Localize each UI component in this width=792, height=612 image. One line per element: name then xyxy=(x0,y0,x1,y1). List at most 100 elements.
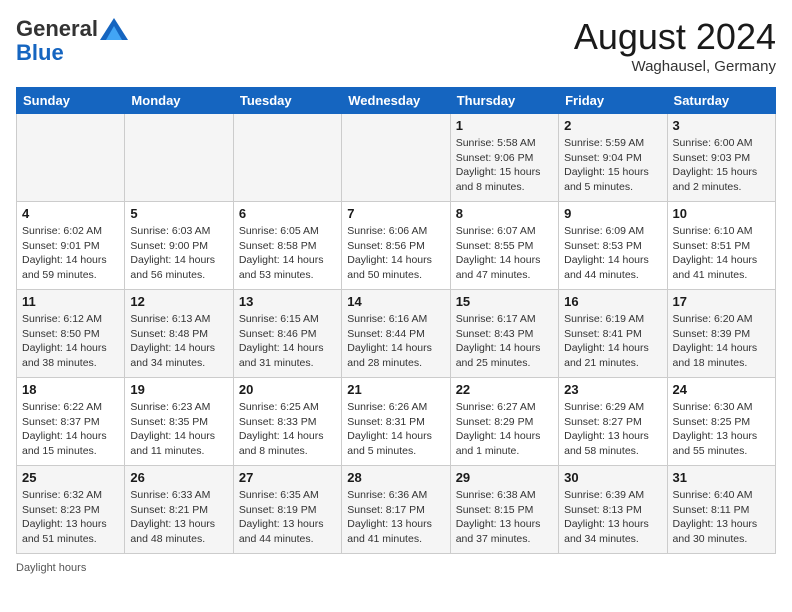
day-cell: 21Sunrise: 6:26 AM Sunset: 8:31 PM Dayli… xyxy=(342,378,450,466)
day-number: 1 xyxy=(456,118,553,133)
day-number: 13 xyxy=(239,294,336,309)
day-number: 10 xyxy=(673,206,770,221)
day-number: 19 xyxy=(130,382,227,397)
page-header: General Blue August 2024 Waghausel, Germ… xyxy=(16,16,776,75)
day-number: 8 xyxy=(456,206,553,221)
day-cell: 10 Sunrise: 6:10 AM Sunset: 8:51 PM Dayli… xyxy=(667,202,775,290)
day-info: Sunrise: 6:10 AM Sunset: 8:51 PM Dayligh… xyxy=(673,224,770,283)
day-header-saturday: Saturday xyxy=(667,88,775,114)
day-cell: 5 Sunrise: 6:03 AM Sunset: 9:00 PM Daylig… xyxy=(125,202,233,290)
day-cell: 11 Sunrise: 6:12 AM Sunset: 8:50 PM Dayli… xyxy=(17,290,125,378)
day-number: 26 xyxy=(130,470,227,485)
day-number: 11 xyxy=(22,294,119,309)
day-info: Sunrise: 6:12 AM Sunset: 8:50 PM Dayligh… xyxy=(22,312,119,371)
day-info: Sunrise: 6:03 AM Sunset: 9:00 PM Dayligh… xyxy=(130,224,227,283)
day-number: 22 xyxy=(456,382,553,397)
day-cell: 29Sunrise: 6:38 AM Sunset: 8:15 PM Dayli… xyxy=(450,466,558,554)
day-header-tuesday: Tuesday xyxy=(233,88,341,114)
day-number: 7 xyxy=(347,206,444,221)
day-number: 17 xyxy=(673,294,770,309)
day-cell: 14 Sunrise: 6:16 AM Sunset: 8:44 PM Dayli… xyxy=(342,290,450,378)
day-cell xyxy=(17,114,125,202)
day-info: Sunrise: 6:33 AM Sunset: 8:21 PM Dayligh… xyxy=(130,488,227,547)
day-number: 30 xyxy=(564,470,661,485)
day-info: Sunrise: 6:39 AM Sunset: 8:13 PM Dayligh… xyxy=(564,488,661,547)
day-info: Sunrise: 6:30 AM Sunset: 8:25 PM Dayligh… xyxy=(673,400,770,459)
title-block: August 2024 Waghausel, Germany xyxy=(574,16,776,75)
day-number: 5 xyxy=(130,206,227,221)
week-row-5: 25Sunrise: 6:32 AM Sunset: 8:23 PM Dayli… xyxy=(17,466,776,554)
day-cell: 12 Sunrise: 6:13 AM Sunset: 8:48 PM Dayli… xyxy=(125,290,233,378)
day-number: 12 xyxy=(130,294,227,309)
week-row-2: 4 Sunrise: 6:02 AM Sunset: 9:01 PM Daylig… xyxy=(17,202,776,290)
day-number: 25 xyxy=(22,470,119,485)
day-info: Sunrise: 6:19 AM Sunset: 8:41 PM Dayligh… xyxy=(564,312,661,371)
day-number: 20 xyxy=(239,382,336,397)
day-cell: 4 Sunrise: 6:02 AM Sunset: 9:01 PM Daylig… xyxy=(17,202,125,290)
day-header-friday: Friday xyxy=(559,88,667,114)
day-info: Sunrise: 6:13 AM Sunset: 8:48 PM Dayligh… xyxy=(130,312,227,371)
day-cell: 22 Sunrise: 6:27 AM Sunset: 8:29 PM Dayli… xyxy=(450,378,558,466)
day-number: 15 xyxy=(456,294,553,309)
day-number: 31 xyxy=(673,470,770,485)
day-info: Sunrise: 5:59 AM Sunset: 9:04 PM Dayligh… xyxy=(564,136,661,195)
day-number: 6 xyxy=(239,206,336,221)
day-cell: 28Sunrise: 6:36 AM Sunset: 8:17 PM Dayli… xyxy=(342,466,450,554)
logo-icon xyxy=(100,18,128,40)
day-header-sunday: Sunday xyxy=(17,88,125,114)
logo: General Blue xyxy=(16,16,126,66)
day-info: Sunrise: 6:15 AM Sunset: 8:46 PM Dayligh… xyxy=(239,312,336,371)
day-cell: 15 Sunrise: 6:17 AM Sunset: 8:43 PM Dayli… xyxy=(450,290,558,378)
day-info: Sunrise: 6:05 AM Sunset: 8:58 PM Dayligh… xyxy=(239,224,336,283)
day-info: Sunrise: 6:06 AM Sunset: 8:56 PM Dayligh… xyxy=(347,224,444,283)
week-row-4: 18Sunrise: 6:22 AM Sunset: 8:37 PM Dayli… xyxy=(17,378,776,466)
day-number: 27 xyxy=(239,470,336,485)
day-number: 24 xyxy=(673,382,770,397)
day-info: Sunrise: 6:20 AM Sunset: 8:39 PM Dayligh… xyxy=(673,312,770,371)
day-cell: 7 Sunrise: 6:06 AM Sunset: 8:56 PM Daylig… xyxy=(342,202,450,290)
day-cell: 31Sunrise: 6:40 AM Sunset: 8:11 PM Dayli… xyxy=(667,466,775,554)
day-header-thursday: Thursday xyxy=(450,88,558,114)
location-subtitle: Waghausel, Germany xyxy=(574,58,776,75)
day-number: 4 xyxy=(22,206,119,221)
day-info: Sunrise: 6:25 AM Sunset: 8:33 PM Dayligh… xyxy=(239,400,336,459)
day-info: Sunrise: 6:16 AM Sunset: 8:44 PM Dayligh… xyxy=(347,312,444,371)
day-header-monday: Monday xyxy=(125,88,233,114)
day-headers-row: SundayMondayTuesdayWednesdayThursdayFrid… xyxy=(17,88,776,114)
day-number: 3 xyxy=(673,118,770,133)
day-number: 9 xyxy=(564,206,661,221)
day-info: Sunrise: 6:26 AM Sunset: 8:31 PM Dayligh… xyxy=(347,400,444,459)
day-cell xyxy=(342,114,450,202)
calendar-table: SundayMondayTuesdayWednesdayThursdayFrid… xyxy=(16,87,776,554)
day-info: Sunrise: 6:02 AM Sunset: 9:01 PM Dayligh… xyxy=(22,224,119,283)
day-cell: 24 Sunrise: 6:30 AM Sunset: 8:25 PM Dayli… xyxy=(667,378,775,466)
day-info: Sunrise: 6:17 AM Sunset: 8:43 PM Dayligh… xyxy=(456,312,553,371)
month-title: August 2024 xyxy=(574,16,776,58)
day-info: Sunrise: 6:27 AM Sunset: 8:29 PM Dayligh… xyxy=(456,400,553,459)
day-cell: 25Sunrise: 6:32 AM Sunset: 8:23 PM Dayli… xyxy=(17,466,125,554)
day-info: Sunrise: 5:58 AM Sunset: 9:06 PM Dayligh… xyxy=(456,136,553,195)
day-info: Sunrise: 6:23 AM Sunset: 8:35 PM Dayligh… xyxy=(130,400,227,459)
day-cell: 9 Sunrise: 6:09 AM Sunset: 8:53 PM Daylig… xyxy=(559,202,667,290)
day-number: 29 xyxy=(456,470,553,485)
day-cell: 16 Sunrise: 6:19 AM Sunset: 8:41 PM Dayli… xyxy=(559,290,667,378)
day-cell: 17 Sunrise: 6:20 AM Sunset: 8:39 PM Dayli… xyxy=(667,290,775,378)
day-header-wednesday: Wednesday xyxy=(342,88,450,114)
day-info: Sunrise: 6:09 AM Sunset: 8:53 PM Dayligh… xyxy=(564,224,661,283)
day-number: 28 xyxy=(347,470,444,485)
day-number: 23 xyxy=(564,382,661,397)
day-number: 18 xyxy=(22,382,119,397)
day-number: 16 xyxy=(564,294,661,309)
day-cell: 2Sunrise: 5:59 AM Sunset: 9:04 PM Daylig… xyxy=(559,114,667,202)
day-cell: 26 Sunrise: 6:33 AM Sunset: 8:21 PM Dayli… xyxy=(125,466,233,554)
day-cell: 6 Sunrise: 6:05 AM Sunset: 8:58 PM Daylig… xyxy=(233,202,341,290)
day-cell: 18Sunrise: 6:22 AM Sunset: 8:37 PM Dayli… xyxy=(17,378,125,466)
day-info: Sunrise: 6:29 AM Sunset: 8:27 PM Dayligh… xyxy=(564,400,661,459)
week-row-1: 1 Sunrise: 5:58 AM Sunset: 9:06 PM Daylig… xyxy=(17,114,776,202)
day-cell xyxy=(125,114,233,202)
day-cell: 3Sunrise: 6:00 AM Sunset: 9:03 PM Daylig… xyxy=(667,114,775,202)
day-cell: 8 Sunrise: 6:07 AM Sunset: 8:55 PM Daylig… xyxy=(450,202,558,290)
day-cell: 23 Sunrise: 6:29 AM Sunset: 8:27 PM Dayli… xyxy=(559,378,667,466)
day-number: 14 xyxy=(347,294,444,309)
day-info: Sunrise: 6:07 AM Sunset: 8:55 PM Dayligh… xyxy=(456,224,553,283)
